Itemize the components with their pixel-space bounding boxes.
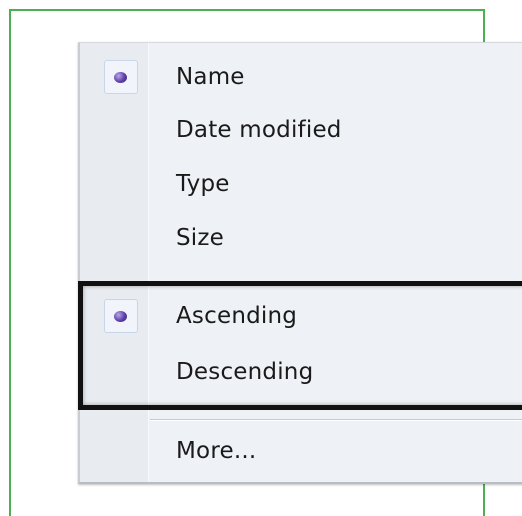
menu-item-label: Name: [176, 64, 245, 90]
menu-item-label: More...: [176, 438, 257, 464]
menu-item-label: Type: [176, 171, 230, 197]
radio-bullet-icon: [114, 72, 127, 83]
guide-line-top: [9, 9, 485, 11]
menu-item-label: Size: [176, 225, 225, 251]
guide-line-right-bottom: [483, 483, 485, 516]
menu-item-label: Date modified: [176, 117, 342, 143]
menu-item-size[interactable]: Size: [80, 213, 522, 265]
order-group-highlight-box: [78, 281, 522, 410]
menu-item-type[interactable]: Type: [80, 159, 522, 211]
menu-separator: [150, 419, 522, 421]
menu-item-more[interactable]: More...: [80, 426, 522, 478]
radio-selection-box: [104, 60, 138, 94]
guide-line-left: [9, 9, 11, 516]
screenshot-stage: Name Date modified Type Size Ascending D…: [0, 0, 522, 516]
menu-item-name[interactable]: Name: [80, 52, 522, 104]
menu-item-date-modified[interactable]: Date modified: [80, 105, 522, 157]
guide-line-right-top: [483, 9, 485, 42]
sort-context-menu: Name Date modified Type Size Ascending D…: [78, 42, 522, 484]
